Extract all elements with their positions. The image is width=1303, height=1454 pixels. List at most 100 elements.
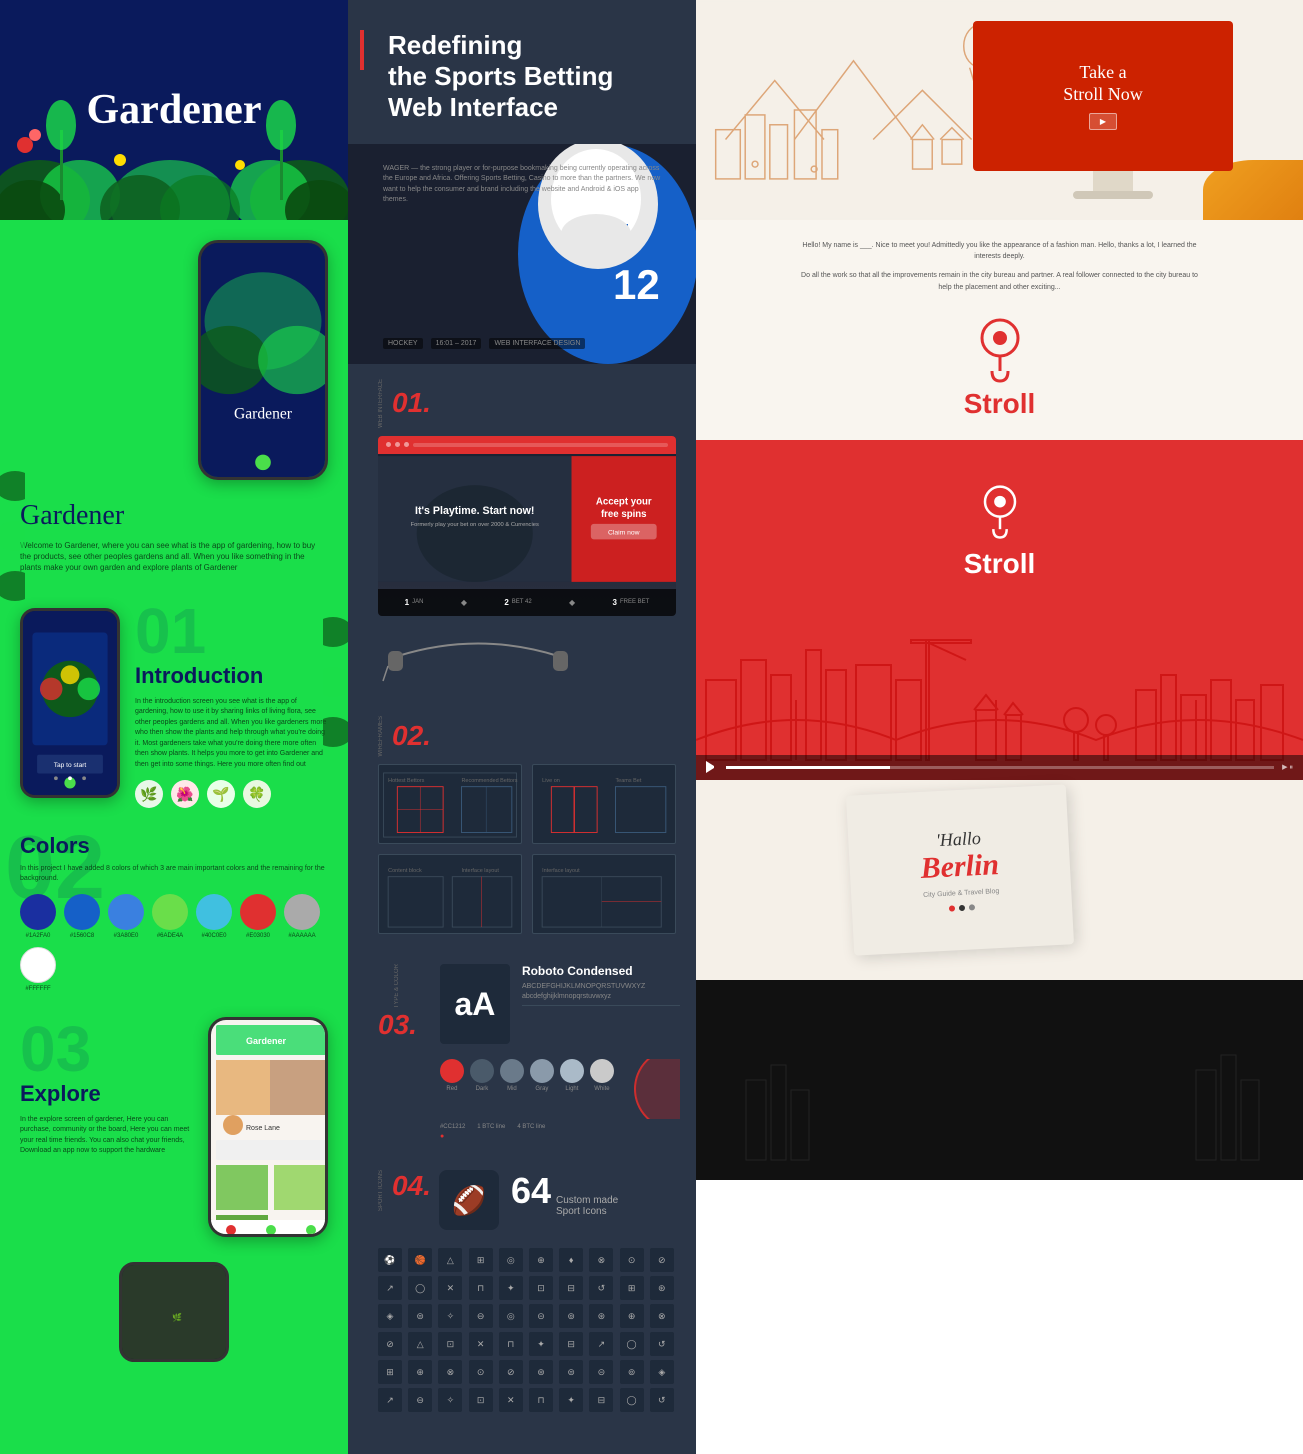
icon-cell: ↗ <box>589 1332 613 1356</box>
sports-tags: HOCKEY 16:01 – 2017 WEB INTERFACE DESIGN <box>363 333 605 354</box>
explore-bg-number: 03 <box>20 1017 193 1081</box>
sports-screen: It's Playtime. Start now! Formerly play … <box>378 436 676 616</box>
yellow-dot-note: ● <box>440 1133 680 1140</box>
mockup-content: It's Playtime. Start now! Formerly play … <box>378 454 676 589</box>
video-bar: ▶ ⏸ <box>696 755 1303 780</box>
monitor: Take a Stroll Now ▶ <box>973 21 1253 199</box>
stroll-red-block: Stroll <box>696 440 1303 620</box>
soccer-ball <box>620 1059 680 1119</box>
intro-desc: In the introduction screen you see what … <box>135 697 328 771</box>
count-row: 64 Custom made Sport Icons <box>511 1170 618 1217</box>
icon-cell: ↺ <box>589 1276 613 1300</box>
vert-label-01: WEB INTERFACE <box>378 379 384 428</box>
icon-cell: ⊛ <box>650 1276 674 1300</box>
phone-mockup-3: Gardener Rose Lane <box>208 1017 328 1237</box>
font-name: Roboto Condensed <box>522 964 680 978</box>
icon-cell: ⊡ <box>438 1332 462 1356</box>
tag-date: 16:01 – 2017 <box>431 338 482 349</box>
berlin-dots <box>948 904 974 911</box>
gardener-text-section: Gardener Welcome to Gardener, where you … <box>0 490 348 584</box>
palette-label-6: White <box>594 1086 609 1092</box>
icon-cell: ⊓ <box>499 1332 523 1356</box>
icon-info: 🏈 64 Custom made Sport Icons <box>439 1170 676 1240</box>
play-button[interactable] <box>706 761 718 773</box>
icon-cell: ◈ <box>378 1304 402 1328</box>
icon-cell: ⊛ <box>589 1304 613 1328</box>
font-details: Roboto Condensed ABCDEFGHIJKLMNOPQRSTUVW… <box>522 964 680 1011</box>
icon-cell: 🏀 <box>408 1248 432 1272</box>
count-labels: Custom made Sport Icons <box>556 1195 618 1217</box>
phone-mockup-4: 🌿 <box>119 1262 229 1362</box>
monitor-play-btn[interactable]: ▶ <box>1089 113 1117 130</box>
swatch-circle-3 <box>108 894 144 930</box>
palette-item-4: Gray <box>530 1059 554 1119</box>
vert-label-03: TYPE & COLOR <box>394 964 400 1008</box>
icon-cell: ⊡ <box>529 1276 553 1300</box>
progress-bar <box>726 766 1274 769</box>
icon-cell: ⊙ <box>469 1360 493 1384</box>
explore-desc: In the explore screen of gardener, Here … <box>20 1115 193 1157</box>
stroll-info-section: Hello! My name is ___. Nice to meet you!… <box>696 220 1303 440</box>
plant-icon-1: 🌿 <box>135 780 163 808</box>
plant-icon-2: 🌺 <box>171 780 199 808</box>
tag-design: WEB INTERFACE DESIGN <box>489 338 585 349</box>
wireframe-1: Hottest Bettors Recommended Bettors <box>378 764 522 844</box>
dublin-bg <box>696 980 1303 1180</box>
font-sample: aA <box>440 964 510 1044</box>
stroll-brand-white: Stroll <box>964 548 1036 580</box>
font-aA-sample: aA <box>454 986 495 1023</box>
palette-item-2: Dark <box>470 1059 494 1119</box>
swatch-label-1: #1A2FA0 <box>26 933 51 939</box>
intro-title: Introduction <box>135 663 328 689</box>
font-row: aA Roboto Condensed ABCDEFGHIJKLMNOPQRST… <box>440 964 680 1044</box>
swatch-label-4: #6ADE4A <box>157 933 183 939</box>
gardener-subtitle: Gardener <box>20 500 328 532</box>
palette-dot-6 <box>590 1059 614 1083</box>
stroll-hero: Take a Stroll Now ▶ <box>696 0 1303 220</box>
icon-cell: ⊛ <box>529 1360 553 1384</box>
icon-cell: △ <box>408 1332 432 1356</box>
palette-item-6: White <box>590 1059 614 1119</box>
icon-cell: ⊕ <box>529 1248 553 1272</box>
colors-desc: In this project I have added 8 colors of… <box>20 864 328 884</box>
font-upper: ABCDEFGHIJKLMNOPQRSTUVWXYZ <box>522 983 680 990</box>
icon-showcase: 🏈 <box>439 1170 499 1230</box>
icon-cell: ✦ <box>559 1388 583 1412</box>
icon-cell: ⊞ <box>620 1276 644 1300</box>
stroll-pin-icon <box>970 313 1030 383</box>
intro-section: 01 Introduction In the introduction scre… <box>135 599 328 809</box>
icon-cell: ⊗ <box>589 1248 613 1272</box>
dot-r <box>948 905 954 911</box>
nav-bar <box>413 443 668 447</box>
icon-cell: ◈ <box>650 1360 674 1384</box>
sports-header: Redefining the Sports Betting Web Interf… <box>348 0 696 144</box>
swatch-label-2: #1560C8 <box>70 933 94 939</box>
icon-cell: ◎ <box>499 1304 523 1328</box>
explore-text: 03 Explore In the explore screen of gard… <box>20 1017 193 1237</box>
monitor-container: Take a Stroll Now ▶ <box>973 21 1253 199</box>
section-number-02: 02. <box>392 720 431 752</box>
wireframe-2: Live on Teams Bet <box>532 764 676 844</box>
swatch-circle-5 <box>196 894 232 930</box>
sports-title: Redefining the Sports Betting Web Interf… <box>368 30 676 124</box>
icon-cell: ♦ <box>559 1248 583 1272</box>
phone-explore-section: 03 Explore In the explore screen of gard… <box>0 1002 348 1252</box>
phone-mockup-2: Tap to start <box>20 608 120 798</box>
bottom-phone-section: 🌿 <box>0 1252 348 1372</box>
svg-text:It's Playtime. Start now!: It's Playtime. Start now! <box>415 505 534 517</box>
gardener-header: Gardener <box>0 0 348 220</box>
icon-cell: ↺ <box>650 1388 674 1412</box>
monitor-screen: Take a Stroll Now ▶ <box>973 21 1233 171</box>
palette-item-3: Mid <box>500 1059 524 1119</box>
icon-cell: ⊘ <box>499 1360 523 1384</box>
intro-number: 01 <box>135 599 328 663</box>
icon-cell: ⊟ <box>559 1276 583 1300</box>
section-03-label: TYPE & COLOR 03. <box>378 964 425 1040</box>
icon-cell: ⊚ <box>620 1360 644 1384</box>
phone-intro-section: Tap to start 01 Introduction In the intr… <box>0 584 348 824</box>
icon-cell: ✦ <box>499 1276 523 1300</box>
swatch-3: #3A80E0 <box>108 894 144 939</box>
monitor-base <box>1073 191 1153 199</box>
swatch-5: #40C0E0 <box>196 894 232 939</box>
explore-title: Explore <box>20 1081 193 1107</box>
